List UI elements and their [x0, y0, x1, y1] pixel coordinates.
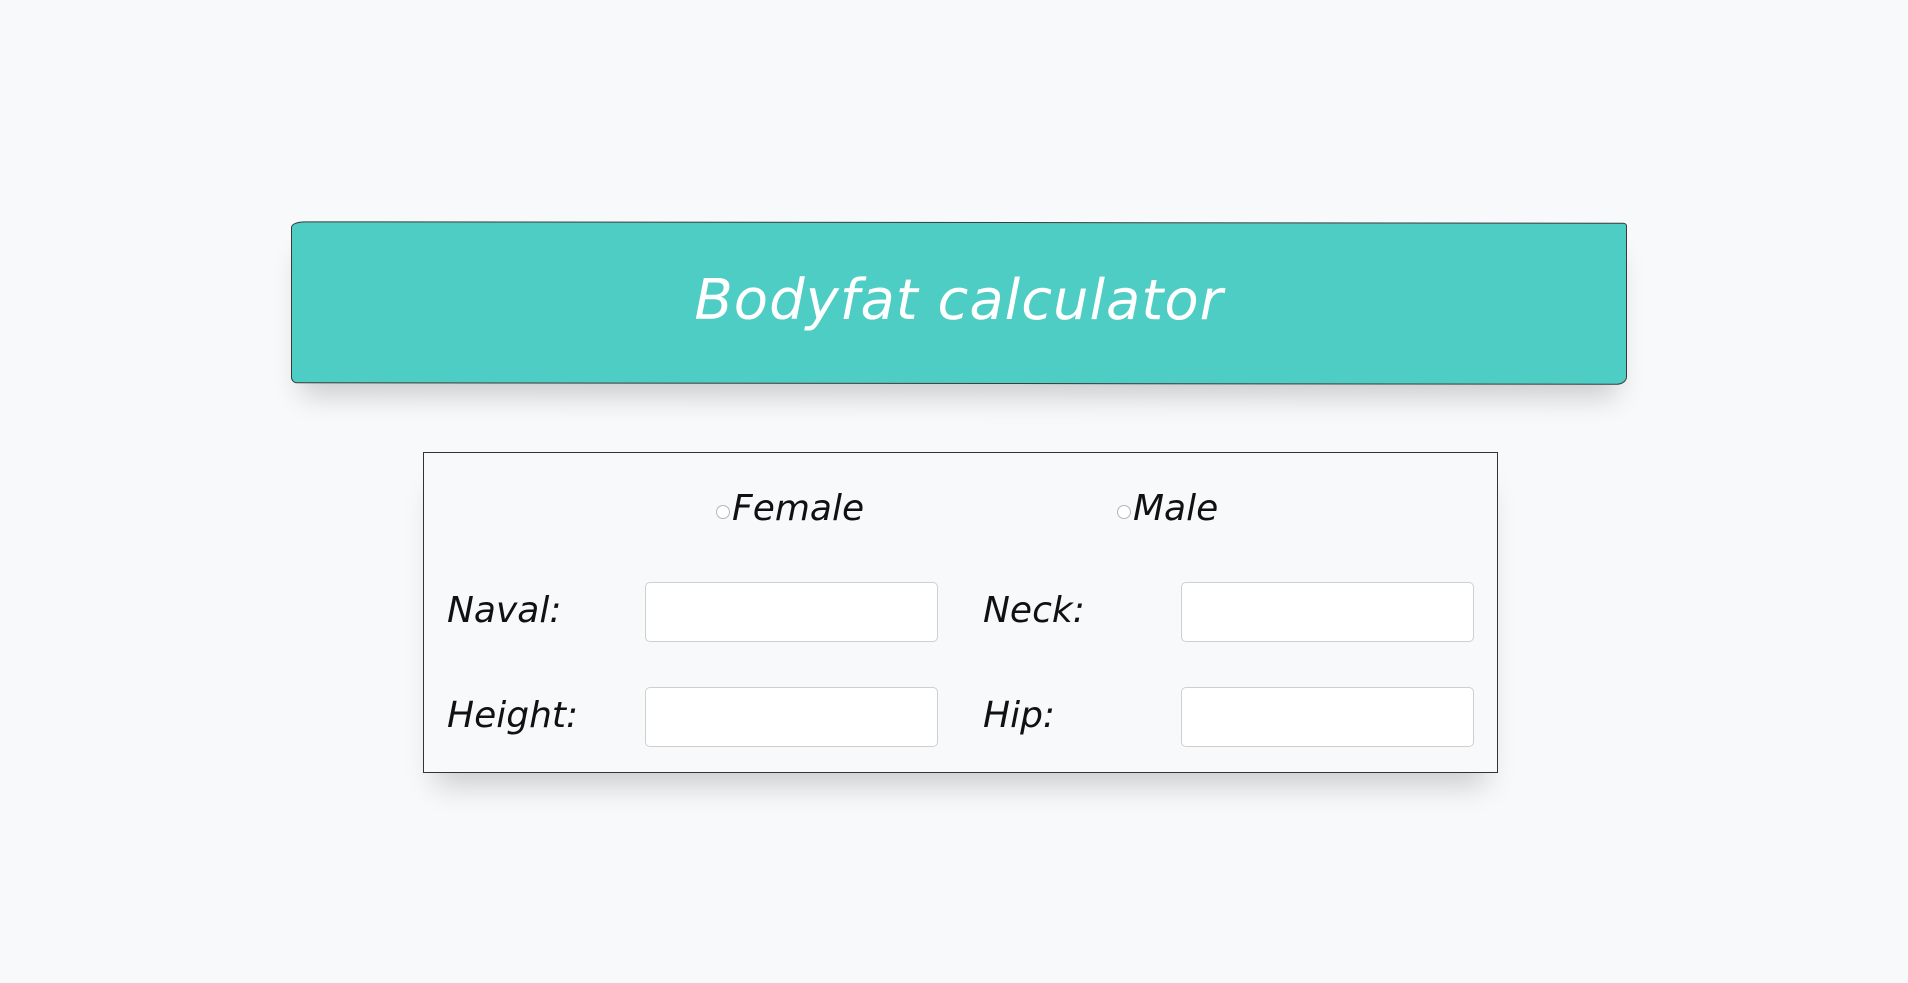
height-input[interactable]: [645, 687, 938, 747]
hip-input[interactable]: [1181, 687, 1474, 747]
hip-label: Hip:: [983, 695, 1056, 736]
calculator-form: Female Male Naval: Neck: Height: Hip:: [423, 452, 1498, 773]
naval-input[interactable]: [645, 582, 938, 642]
header-banner: Bodyfat calculator: [291, 221, 1627, 385]
naval-label: Naval:: [447, 590, 562, 631]
male-radio-label[interactable]: Male: [1133, 491, 1218, 527]
page-title: Bodyfat calculator: [694, 267, 1224, 333]
height-label: Height:: [447, 695, 579, 736]
neck-label: Neck:: [983, 590, 1085, 631]
gender-option-male[interactable]: Male: [1117, 491, 1218, 527]
neck-input[interactable]: [1181, 582, 1474, 642]
gender-option-female[interactable]: Female: [716, 491, 864, 527]
female-radio-label[interactable]: Female: [732, 491, 864, 527]
male-radio-button[interactable]: [1117, 505, 1131, 519]
female-radio-button[interactable]: [716, 505, 730, 519]
